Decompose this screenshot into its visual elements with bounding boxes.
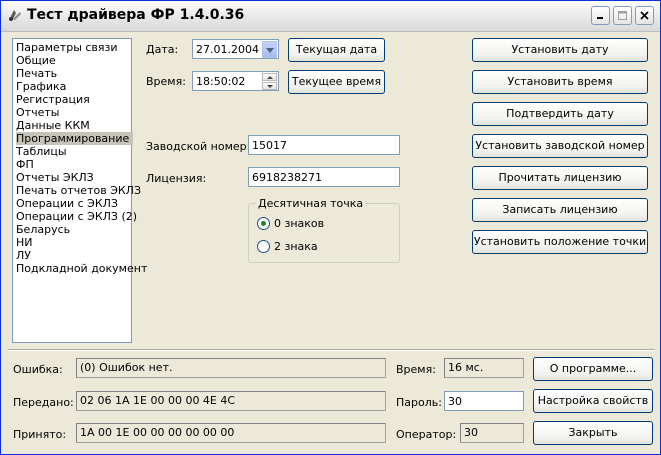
decimal-point-group <box>248 203 400 263</box>
list-item-eklz-reports[interactable]: Отчеты ЭКЛЗ <box>16 171 98 184</box>
spin-up-button[interactable] <box>262 73 277 81</box>
close-window-button[interactable] <box>635 6 654 25</box>
category-list[interactable]: Параметры связи Общие Печать Графика Рег… <box>12 38 147 343</box>
date-picker[interactable]: 27.01.2004 <box>192 39 279 59</box>
about-label: О программе... <box>549 362 637 375</box>
close-label: Закрыть <box>568 426 618 439</box>
date-dropdown-button[interactable] <box>262 41 277 58</box>
list-item-ni[interactable]: НИ <box>16 236 37 249</box>
radio-2-digits-label[interactable]: 2 знака <box>274 240 318 253</box>
set-time-button[interactable]: Установить время <box>472 70 648 94</box>
list-item-fp[interactable]: ФП <box>16 158 38 171</box>
settings-button[interactable]: Настройка свойств <box>533 389 653 413</box>
list-item-belarus[interactable]: Беларусь <box>16 223 74 236</box>
time-label: Время: <box>146 75 186 88</box>
list-item-registration[interactable]: Регистрация <box>16 93 94 106</box>
current-date-button[interactable]: Текущая дата <box>288 38 385 62</box>
about-button[interactable]: О программе... <box>533 357 653 381</box>
set-serial-button[interactable]: Установить заводской номер <box>472 134 648 158</box>
list-item-connection[interactable]: Параметры связи <box>16 41 122 54</box>
close-button[interactable]: Закрыть <box>533 421 653 445</box>
spin-down-button[interactable] <box>262 82 277 90</box>
date-value: 27.01.2004 <box>196 43 259 56</box>
serial-number-input[interactable]: 15017 <box>248 135 400 155</box>
write-license-button[interactable]: Записать лицензию <box>472 198 648 222</box>
maximize-button[interactable] <box>613 6 632 25</box>
password-label: Пароль: <box>396 396 442 409</box>
read-license-button[interactable]: Прочитать лицензию <box>472 166 648 190</box>
current-date-label: Текущая дата <box>295 43 378 56</box>
set-point-position-button[interactable]: Установить положение точки <box>472 230 648 254</box>
password-input[interactable]: 30 <box>444 391 524 411</box>
write-license-label: Записать лицензию <box>502 203 618 216</box>
list-item-eklz-ops[interactable]: Операции с ЭКЛЗ <box>16 197 122 210</box>
time-spinner[interactable] <box>262 73 277 90</box>
set-date-button[interactable]: Установить дату <box>472 38 648 62</box>
list-item-tables[interactable]: Таблицы <box>16 145 71 158</box>
list-item-eklz-print[interactable]: Печать отчетов ЭКЛЗ <box>16 184 145 197</box>
operator-value: 30 <box>460 423 524 443</box>
received-label: Принято: <box>13 428 67 441</box>
license-input[interactable]: 6918238271 <box>248 167 400 187</box>
app-icon <box>9 10 21 21</box>
radio-selected-dot <box>261 221 266 226</box>
error-label: Ошибка: <box>13 363 63 376</box>
date-label: Дата: <box>146 43 179 56</box>
main-window: Тест драйвера ФР 1.4.0.36 Параметры связ… <box>0 0 661 455</box>
list-item-graphics[interactable]: Графика <box>16 80 70 93</box>
list-item-eklz-ops-2[interactable]: Операции с ЭКЛЗ (2) <box>16 210 141 223</box>
maximize-icon <box>618 11 627 20</box>
confirm-date-button[interactable]: Подтвердить дату <box>472 102 648 126</box>
list-item-general[interactable]: Общие <box>16 54 60 67</box>
set-time-label: Установить время <box>507 75 613 88</box>
list-item-print[interactable]: Печать <box>16 67 61 80</box>
license-label: Лицензия: <box>146 172 207 185</box>
title-bar[interactable]: Тест драйвера ФР 1.4.0.36 <box>1 1 660 32</box>
time-elapsed-label: Время: <box>396 363 436 376</box>
status-separator <box>8 349 655 351</box>
minimize-icon <box>597 17 603 19</box>
list-item-lu[interactable]: ЛУ <box>16 249 35 262</box>
read-license-label: Прочитать лицензию <box>498 171 622 184</box>
current-time-button[interactable]: Текущее время <box>288 70 385 94</box>
radio-2-digits[interactable] <box>257 240 270 253</box>
list-item-reports[interactable]: Отчеты <box>16 106 63 119</box>
operator-label: Оператор: <box>396 428 457 441</box>
error-value: (0) Ошибок нет. <box>76 358 386 378</box>
radio-0-digits-label[interactable]: 0 знаков <box>274 217 324 230</box>
confirm-date-label: Подтвердить дату <box>506 107 614 120</box>
decimal-point-group-title: Десятичная точка <box>256 197 366 210</box>
received-value: 1A 00 1E 00 00 00 00 00 00 <box>76 423 386 443</box>
list-item-kkm-data[interactable]: Данные ККМ <box>16 119 94 132</box>
close-icon <box>640 11 649 20</box>
arrow-down-icon <box>267 85 273 88</box>
arrow-up-icon <box>267 76 273 79</box>
set-serial-label: Установить заводской номер <box>475 139 645 152</box>
window-title: Тест драйвера ФР 1.4.0.36 <box>27 7 245 23</box>
settings-label: Настройка свойств <box>537 394 649 407</box>
list-item-slip-document[interactable]: Подкладной документ <box>16 262 151 275</box>
radio-0-digits[interactable] <box>257 217 270 230</box>
time-value: 18:50:02 <box>196 75 246 88</box>
sent-value: 02 06 1A 1E 00 00 00 4E 4C <box>76 391 386 411</box>
set-point-position-label: Установить положение точки <box>473 235 647 248</box>
minimize-button[interactable] <box>591 6 610 25</box>
set-date-label: Установить дату <box>511 43 609 56</box>
serial-label: Заводской номер: <box>146 140 251 153</box>
sent-label: Передано: <box>13 396 74 409</box>
current-time-label: Текущее время <box>291 75 382 88</box>
list-item-programming[interactable]: Программирование <box>16 132 134 145</box>
chevron-down-icon <box>266 48 274 53</box>
time-elapsed-value: 16 мс. <box>444 358 524 378</box>
time-picker[interactable]: 18:50:02 <box>192 71 279 91</box>
